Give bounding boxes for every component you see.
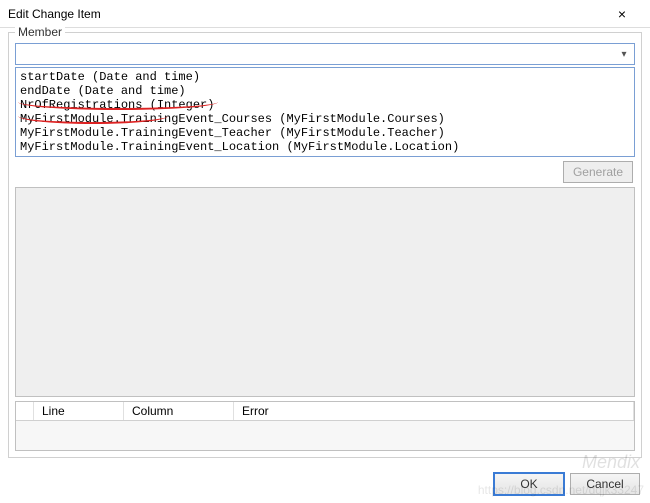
titlebar: Edit Change Item × <box>0 0 650 28</box>
list-item[interactable]: NrOfRegistrations (Integer) <box>20 98 630 112</box>
member-fieldset: Member ▾ startDate (Date and time) endDa… <box>8 32 642 458</box>
dropdown-value <box>16 44 634 64</box>
generate-button: Generate <box>563 161 633 183</box>
list-item[interactable]: MyFirstModule.TrainingEvent_Courses (MyF… <box>20 112 630 126</box>
list-item[interactable]: MyFirstModule.TrainingEvent_Teacher (MyF… <box>20 126 630 140</box>
error-col-error[interactable]: Error <box>234 402 634 420</box>
member-list[interactable]: startDate (Date and time) endDate (Date … <box>15 67 635 157</box>
error-col-line[interactable]: Line <box>34 402 124 420</box>
error-table: Line Column Error <box>15 401 635 451</box>
cancel-button[interactable]: Cancel <box>570 473 640 495</box>
list-item[interactable]: MyFirstModule.TrainingEvent_Location (My… <box>20 140 630 154</box>
list-item[interactable]: startDate (Date and time) <box>20 70 630 84</box>
error-table-header: Line Column Error <box>16 402 634 421</box>
fieldset-legend: Member <box>15 25 65 39</box>
dialog-footer: OK Cancel <box>494 473 640 495</box>
ok-button[interactable]: OK <box>494 473 564 495</box>
error-col-icon <box>16 402 34 420</box>
member-dropdown[interactable]: ▾ <box>15 43 635 65</box>
error-col-column[interactable]: Column <box>124 402 234 420</box>
list-item[interactable]: endDate (Date and time) <box>20 84 630 98</box>
window-title: Edit Change Item <box>8 7 602 21</box>
close-icon[interactable]: × <box>602 6 642 22</box>
editor-area[interactable] <box>15 187 635 397</box>
generate-row: Generate <box>15 161 635 183</box>
chevron-down-icon[interactable]: ▾ <box>616 46 632 62</box>
